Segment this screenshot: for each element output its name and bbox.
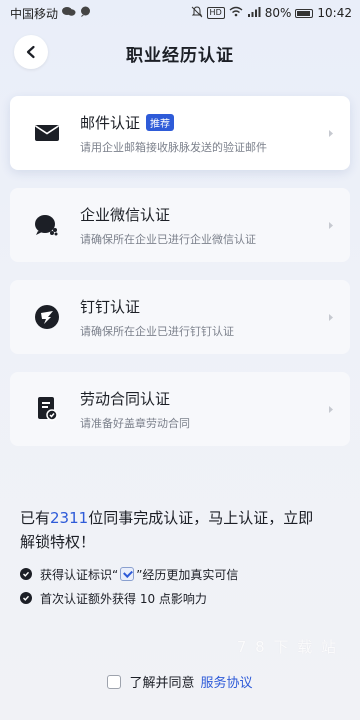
chevron-right-icon	[326, 404, 336, 414]
promo-section: 已有2311位同事完成认证，马上认证，立即 解锁特权！ 获得认证标识“ ”经历更加…	[20, 506, 340, 610]
check-icon	[20, 568, 32, 580]
benefits-list: 获得认证标识“ ”经历更加真实可信 首次认证额外获得 10 点影响力	[20, 562, 340, 610]
benefit-item: 首次认证额外获得 10 点影响力	[20, 586, 340, 610]
card-title: 劳动合同认证	[80, 389, 171, 408]
card-subtitle: 请确保所在企业已进行钉钉认证	[80, 324, 234, 338]
status-bar: 中国移动 HD 80% 10:42	[0, 0, 360, 26]
promo-suffix: 位同事完成认证，马上认证，立即	[88, 509, 314, 527]
recommended-badge: 推荐	[146, 113, 175, 131]
card-title: 钉钉认证	[80, 297, 141, 316]
labor-contract-verification-card[interactable]: 劳动合同认证 请准备好盖章劳动合同	[10, 372, 350, 446]
agreement-text: 了解并同意	[129, 676, 195, 691]
verified-count: 2311	[50, 509, 89, 527]
promo-headline: 已有2311位同事完成认证，马上认证，立即	[20, 506, 340, 530]
contract-icon	[32, 394, 62, 424]
chevron-left-icon	[26, 45, 35, 59]
service-agreement-link[interactable]: 服务协议	[201, 672, 253, 691]
chevron-right-icon	[326, 312, 336, 322]
battery-icon	[295, 8, 314, 18]
wework-icon	[32, 210, 62, 240]
back-button[interactable]	[14, 35, 48, 69]
card-title: 邮件认证	[80, 113, 141, 132]
wechat-notification-icon	[62, 6, 76, 20]
email-verification-card[interactable]: 邮件认证 推荐 请用企业邮箱接收脉脉发送的验证邮件	[10, 96, 350, 170]
promo-headline-line2: 解锁特权！	[20, 533, 96, 551]
hd-badge: HD	[206, 7, 225, 19]
clock: 10:42	[317, 6, 352, 20]
chevron-right-icon	[326, 220, 336, 230]
dingtalk-icon	[32, 302, 62, 332]
card-subtitle: 请准备好盖章劳动合同	[80, 416, 190, 430]
agreement-row: 了解并同意 服务协议	[0, 672, 360, 691]
card-subtitle: 请确保所在企业已进行企业微信认证	[80, 232, 256, 246]
mute-icon	[191, 5, 203, 21]
check-icon	[20, 592, 32, 604]
agreement-checkbox[interactable]	[107, 674, 122, 689]
message-notification-icon	[80, 6, 91, 20]
benefit-text: 首次认证额外获得 10 点影响力	[40, 591, 207, 606]
verified-badge-icon	[120, 567, 135, 581]
card-subtitle: 请用企业邮箱接收脉脉发送的验证邮件	[80, 140, 267, 154]
page-title: 职业经历认证	[126, 45, 234, 66]
wework-verification-card[interactable]: 企业微信认证 请确保所在企业已进行企业微信认证	[10, 188, 350, 262]
chevron-right-icon	[326, 128, 336, 138]
wifi-icon	[229, 6, 243, 20]
nav-bar: 职业经历认证	[0, 26, 360, 80]
watermark: 7 8 下 载 站	[236, 638, 338, 656]
signal-icon	[247, 6, 261, 20]
promo-prefix: 已有	[20, 509, 51, 527]
battery-percent: 80%	[264, 6, 292, 20]
benefit-text: 获得认证标识“	[40, 567, 119, 582]
benefit-item: 获得认证标识“ ”经历更加真实可信	[20, 562, 340, 586]
carrier-label: 中国移动	[10, 6, 59, 21]
card-title: 企业微信认证	[80, 205, 171, 224]
envelope-icon	[32, 118, 62, 148]
verification-methods-list: 邮件认证 推荐 请用企业邮箱接收脉脉发送的验证邮件 企业微信认证 请确保所在企业…	[0, 96, 360, 446]
dingtalk-verification-card[interactable]: 钉钉认证 请确保所在企业已进行钉钉认证	[10, 280, 350, 354]
benefit-text: ”经历更加真实可信	[136, 567, 239, 582]
